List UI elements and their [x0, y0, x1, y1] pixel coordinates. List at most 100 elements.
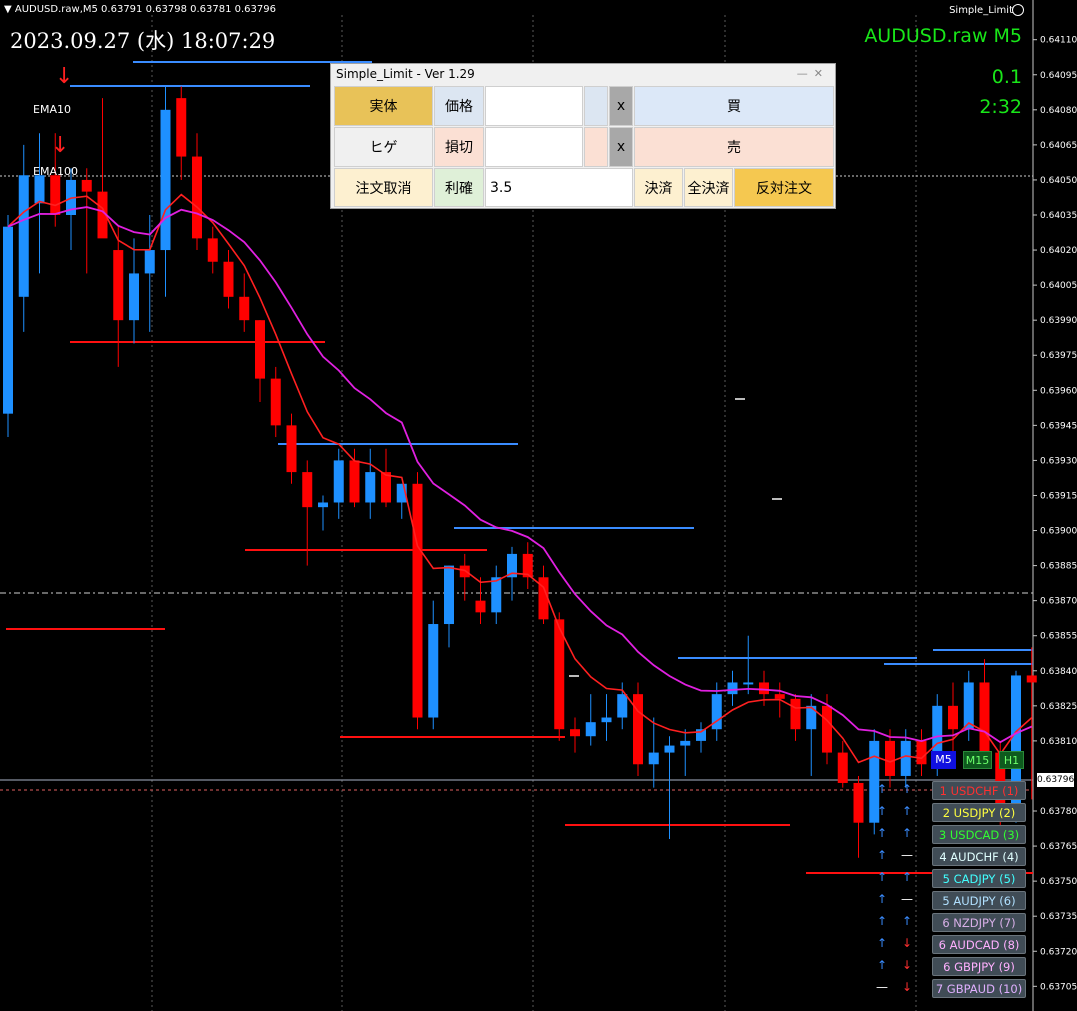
- trend-up-icon: ↑: [876, 936, 888, 950]
- candle-body: [601, 717, 612, 723]
- sl-label: 損切: [434, 127, 484, 167]
- axis-price-label: 0.63720: [1040, 947, 1077, 957]
- tf-h1-button[interactable]: H1: [999, 751, 1024, 769]
- trend-up-icon: ↑: [901, 870, 913, 884]
- menu-triangle-icon: ▼: [4, 4, 15, 15]
- candle-body: [790, 698, 801, 730]
- arrow-down-icon: ↓: [55, 64, 74, 89]
- pair-button[interactable]: 6 NZDJPY (7): [932, 913, 1026, 932]
- axis-price-label: 0.63945: [1040, 421, 1077, 431]
- axis-price-label: 0.64080: [1040, 106, 1077, 116]
- pair-button[interactable]: 5 CADJPY (5): [932, 869, 1026, 888]
- buy-button[interactable]: 買: [634, 86, 834, 126]
- trend-up-icon: ↑: [901, 914, 913, 928]
- candle-body: [81, 179, 92, 192]
- axis-price-label: 0.63855: [1040, 632, 1077, 642]
- price-axis: 0.64110 0.64095 0.64080 0.64065 0.64050 0.640…: [1033, 36, 1077, 992]
- tp-label: 利確: [434, 168, 484, 207]
- candle-body: [286, 425, 297, 473]
- cancel-order-button[interactable]: 注文取消: [334, 168, 433, 207]
- tp-input[interactable]: 3.5: [485, 168, 633, 207]
- candle-body: [822, 705, 832, 753]
- candle-body: [144, 250, 155, 274]
- candle-body: [837, 752, 848, 783]
- trend-up-icon: ↑: [876, 870, 888, 884]
- body-mode-button[interactable]: 実体: [334, 86, 433, 126]
- smiley-icon: [1012, 4, 1024, 16]
- ema100-line: [7, 206, 1033, 744]
- axis-price-label: 0.63915: [1040, 491, 1077, 501]
- candle-body: [207, 238, 218, 262]
- candle-body: [50, 175, 61, 215]
- trend-up-icon: ↑: [876, 892, 888, 906]
- candle-body: [900, 740, 911, 776]
- tf-m5-button[interactable]: M5: [931, 751, 956, 769]
- pair-button[interactable]: 1 USDCHF (1): [932, 781, 1026, 800]
- ema100-label: EMA100: [33, 165, 78, 178]
- clear-sl-button[interactable]: x: [609, 127, 633, 167]
- tf-m15-button[interactable]: M15: [963, 751, 992, 769]
- candle-body: [664, 745, 675, 753]
- pair-button[interactable]: 7 GBPAUD (10): [932, 979, 1026, 998]
- candle-body: [1026, 675, 1037, 683]
- candle-body: [113, 250, 124, 321]
- price-spacer: [584, 86, 608, 126]
- reverse-order-button[interactable]: 反対注文: [734, 168, 834, 207]
- candle-body: [34, 175, 45, 204]
- axis-price-label: 0.64065: [1040, 141, 1077, 151]
- arrow-down-icon: ↓: [51, 133, 70, 158]
- ema10-line: [7, 193, 1033, 764]
- simple-limit-panel[interactable]: Simple_Limit - Ver 1.29 —✕ 実体 価格 x 買 ヒゲ …: [330, 63, 836, 209]
- candle-body: [948, 705, 958, 730]
- timer-display: 2:32: [979, 96, 1022, 118]
- candle-body: [444, 565, 454, 625]
- candle-body: [160, 109, 171, 251]
- sell-button[interactable]: 売: [634, 127, 834, 167]
- trend-down-icon: ↓: [901, 936, 913, 950]
- candle-body: [239, 296, 250, 321]
- pair-button[interactable]: 4 AUDCHF (4): [932, 847, 1026, 866]
- candle-body: [349, 460, 360, 503]
- pair-button[interactable]: 2 USDJPY (2): [932, 803, 1026, 822]
- pair-button[interactable]: 3 USDCAD (3): [932, 825, 1026, 844]
- sl-spacer: [584, 127, 608, 167]
- axis-price-label: 0.64050: [1040, 176, 1077, 186]
- candle-body: [585, 722, 596, 737]
- pair-button[interactable]: 5 AUDJPY (6): [932, 891, 1026, 910]
- candle-body: [885, 740, 895, 776]
- candle-body: [428, 624, 439, 718]
- candle-body: [979, 682, 990, 753]
- axis-price-label: 0.63900: [1040, 527, 1077, 537]
- trend-flat-icon: —: [876, 980, 888, 994]
- candle-body: [176, 98, 187, 157]
- pair-button[interactable]: 6 GBPJPY (9): [932, 957, 1026, 976]
- close-position-button[interactable]: 決済: [634, 168, 683, 207]
- candle-body: [570, 729, 580, 737]
- close-icon[interactable]: ✕: [814, 67, 829, 80]
- close-all-button[interactable]: 全決済: [684, 168, 733, 207]
- clock-display: 2023.09.27 (水) 18:07:29: [10, 29, 276, 53]
- panel-titlebar[interactable]: Simple_Limit - Ver 1.29 —✕: [331, 64, 835, 84]
- pair-button[interactable]: 6 AUDCAD (8): [932, 935, 1026, 954]
- price-input[interactable]: [485, 86, 583, 126]
- candle-body: [3, 226, 13, 414]
- minimize-icon[interactable]: —: [797, 67, 814, 80]
- candle-body: [648, 752, 659, 765]
- ea-name: Simple_Limit: [949, 5, 1013, 16]
- candle-body: [381, 472, 391, 503]
- candle-body: [302, 472, 313, 508]
- trend-up-icon: ↑: [901, 826, 913, 840]
- clear-price-button[interactable]: x: [609, 86, 633, 126]
- trend-up-icon: ↑: [876, 782, 888, 796]
- axis-price-label: 0.63840: [1040, 667, 1077, 677]
- price-label: 価格: [434, 86, 484, 126]
- wick-mode-button[interactable]: ヒゲ: [334, 127, 433, 167]
- axis-price-label: 0.64005: [1040, 281, 1077, 291]
- candle-body: [412, 483, 423, 718]
- sl-input[interactable]: [485, 127, 583, 167]
- candle-body: [853, 782, 864, 823]
- trend-up-icon: ↑: [876, 914, 888, 928]
- candle-body: [333, 460, 344, 503]
- candle-body: [916, 740, 927, 765]
- axis-price-label: 0.63735: [1040, 912, 1077, 922]
